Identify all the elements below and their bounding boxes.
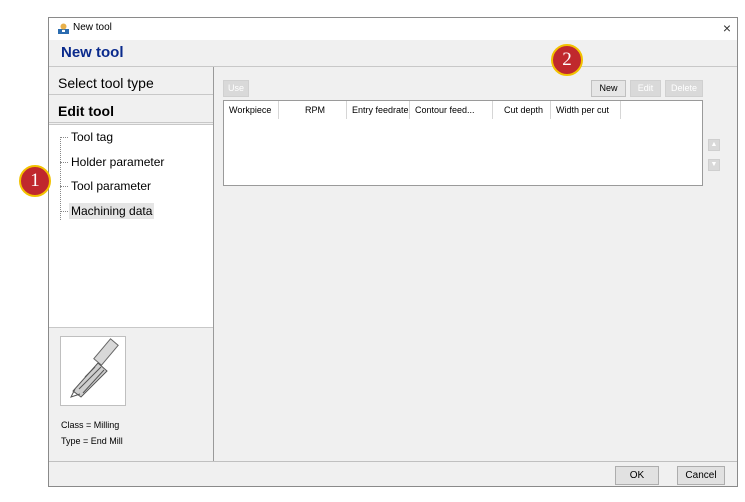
delete-button[interactable]: Delete — [665, 80, 703, 97]
title-bar: New tool × — [49, 18, 737, 40]
dialog-header: New tool — [49, 40, 737, 67]
step-edit-tool[interactable]: Edit tool — [49, 99, 213, 123]
column-header-width-per-cut[interactable]: Width per cut — [551, 101, 621, 119]
tool-preview-image — [60, 336, 126, 406]
tree-item-tool-parameter[interactable]: Tool parameter — [60, 176, 153, 196]
new-tool-window: New tool × New tool Select tool type Edi… — [48, 17, 738, 487]
step-select-tool-type[interactable]: Select tool type — [49, 71, 213, 95]
new-button[interactable]: New — [591, 80, 626, 97]
tree-item-holder-parameter[interactable]: Holder parameter — [60, 152, 166, 172]
cancel-button[interactable]: Cancel — [677, 466, 725, 485]
ok-button[interactable]: OK — [615, 466, 659, 485]
left-panel: Select tool type Edit tool Tool tag Hold… — [49, 67, 214, 461]
column-header-entry-feedrate[interactable]: Entry feedrate — [347, 101, 410, 119]
tool-type-text: Type = End Mill — [61, 436, 123, 446]
page-title: New tool — [61, 44, 124, 61]
tree-item-label: Tool parameter — [71, 179, 152, 193]
tool-class-text: Class = Milling — [61, 420, 120, 430]
column-header-cut-depth[interactable]: Cut depth — [493, 101, 551, 119]
column-header-rpm[interactable]: RPM — [279, 101, 347, 119]
machining-data-table[interactable]: Workpiece RPM Entry feedrate Contour fee… — [223, 100, 703, 186]
dialog-footer: OK Cancel — [49, 461, 737, 489]
tree-item-label: Tool tag — [71, 130, 114, 144]
close-icon[interactable]: × — [723, 20, 731, 36]
callout-marker-2: 2 — [551, 44, 583, 76]
tree-item-tool-tag[interactable]: Tool tag — [60, 127, 115, 147]
tree-item-label: Machining data — [69, 203, 155, 219]
window-title: New tool — [73, 22, 112, 33]
column-header-workpiece[interactable]: Workpiece — [224, 101, 279, 119]
column-header-contour-feed[interactable]: Contour feed... — [410, 101, 493, 119]
tree-item-machining-data[interactable]: Machining data — [60, 201, 155, 221]
tree-item-label: Holder parameter — [71, 155, 165, 169]
table-header: Workpiece RPM Entry feedrate Contour fee… — [224, 101, 621, 119]
app-icon — [58, 23, 69, 34]
edit-tool-tree: Tool tag Holder parameter Tool parameter… — [49, 124, 213, 328]
use-button[interactable]: Use — [223, 80, 249, 97]
edit-button[interactable]: Edit — [630, 80, 661, 97]
end-mill-icon — [70, 338, 119, 398]
callout-marker-1: 1 — [19, 165, 51, 197]
machining-data-panel: Use New Edit Delete Workpiece RPM Entry … — [214, 67, 738, 461]
move-down-button[interactable]: ▼ — [708, 159, 720, 171]
move-up-button[interactable]: ▲ — [708, 139, 720, 151]
